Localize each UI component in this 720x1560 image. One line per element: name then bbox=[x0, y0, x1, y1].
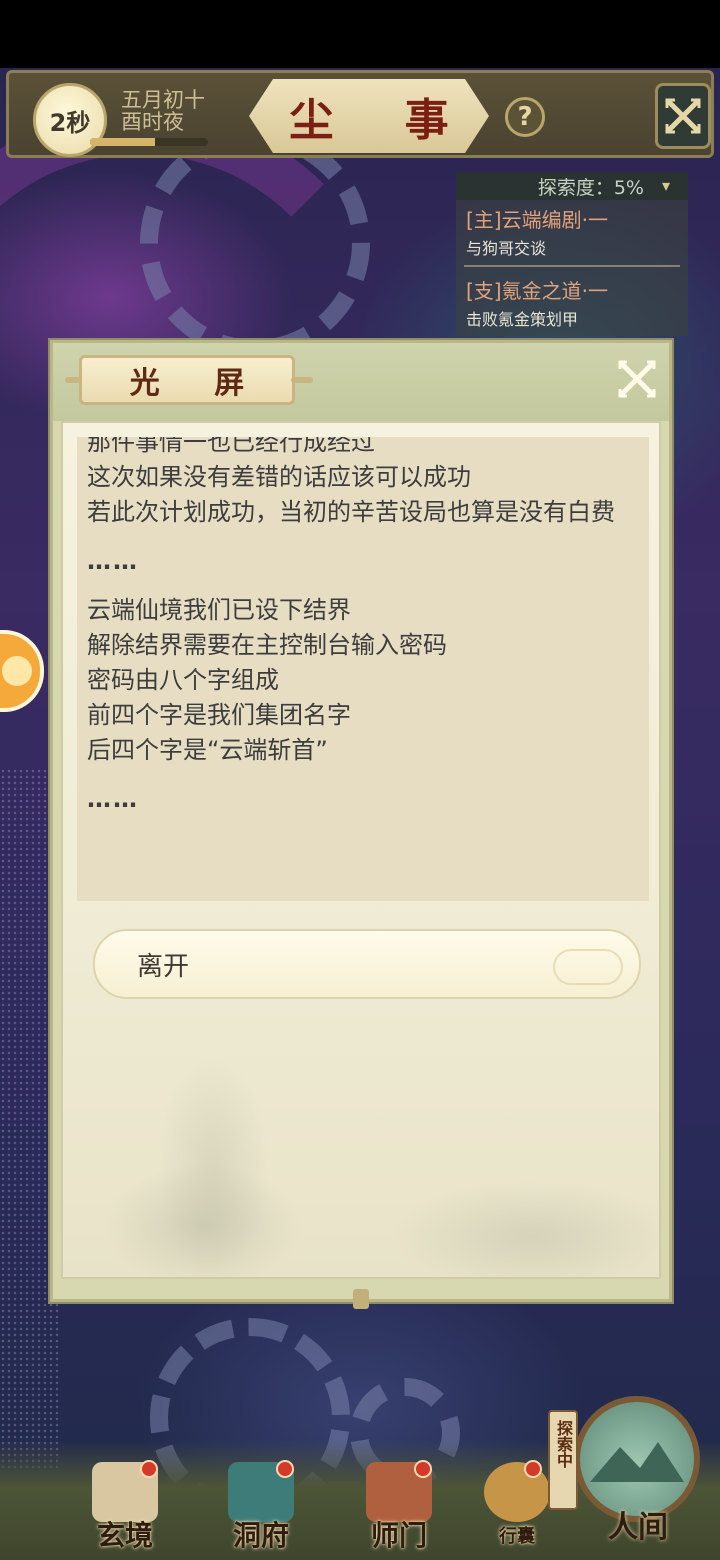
nav-item-dongfu[interactable]: 洞府 bbox=[206, 1460, 316, 1560]
exploring-tag-text: 探索中 bbox=[554, 1420, 573, 1468]
quest-tracker[interactable]: 探索度：5% ▾ [主]云端编剧·一 与狗哥交谈 [支]氪金之道·一 击败氪金策… bbox=[456, 172, 688, 336]
message-line: 解除结界需要在主控制台输入密码 bbox=[87, 631, 447, 659]
dialog-header: 光 屏 bbox=[53, 343, 669, 421]
nav-label: 师门 bbox=[370, 1519, 427, 1552]
divider bbox=[464, 265, 680, 267]
dialog-body: 那件事情一也已经行成经过这次如果没有差错的话应该可以成功若此次计划成功，当初的辛… bbox=[61, 421, 661, 1279]
close-scene-button[interactable] bbox=[655, 83, 711, 149]
chevron-down-icon[interactable]: ▾ bbox=[654, 176, 678, 198]
notification-dot bbox=[414, 1460, 432, 1478]
nav-label: 玄境 bbox=[96, 1519, 153, 1552]
help-button[interactable]: ? bbox=[505, 97, 545, 137]
notification-dot bbox=[140, 1460, 158, 1478]
realm-label: 人间 bbox=[608, 1510, 668, 1545]
message-line: 这次如果没有差错的话应该可以成功 bbox=[87, 463, 471, 491]
message-line: …… bbox=[87, 547, 139, 575]
leave-button[interactable]: 离开 bbox=[93, 929, 641, 999]
date-day: 五月初十 bbox=[121, 88, 205, 112]
quest-title: [支]氪金之道·一 bbox=[466, 279, 608, 303]
ornament-decoration bbox=[353, 1289, 369, 1309]
message-line: …… bbox=[87, 785, 139, 813]
message-line: 若此次计划成功，当初的辛苦设局也算是没有白费 bbox=[87, 498, 615, 526]
quest-title: [主]云端编剧·一 bbox=[466, 208, 608, 232]
gear-decoration bbox=[140, 128, 370, 358]
message-text: 那件事情一也已经行成经过这次如果没有差错的话应该可以成功若此次计划成功，当初的辛… bbox=[87, 437, 643, 817]
page-title: 尘 事 bbox=[289, 95, 477, 146]
time-progress-fill bbox=[90, 138, 155, 146]
cloud-icon bbox=[553, 949, 623, 985]
game-date: 五月初十 酉时夜 bbox=[121, 89, 221, 133]
message-line: 后四个字是“云端斩首” bbox=[87, 736, 328, 764]
message-line: 那件事情一也已经行成经过 bbox=[87, 437, 375, 456]
ornament-decoration bbox=[291, 377, 313, 383]
quest-item-main[interactable]: [主]云端编剧·一 与狗哥交谈 bbox=[456, 200, 688, 261]
light-screen-dialog: 光 屏 那件事情一也已经行成经过这次如果没有差错的话应该可以成功若此次计划成功，… bbox=[50, 340, 672, 1309]
dialog-close-button[interactable] bbox=[615, 357, 659, 401]
time-progress-bar bbox=[90, 138, 208, 146]
page-title-plaque: 尘 事 bbox=[249, 79, 489, 153]
message-line: 前四个字是我们集团名字 bbox=[87, 701, 351, 729]
nav-label: 洞府 bbox=[232, 1519, 289, 1552]
close-icon bbox=[665, 98, 701, 134]
status-strip bbox=[0, 0, 720, 68]
paw-icon bbox=[2, 656, 32, 686]
dialog-title: 光 屏 bbox=[129, 366, 267, 401]
notification-dot bbox=[524, 1460, 542, 1478]
landscape-icon bbox=[590, 1442, 684, 1482]
date-time: 酉时夜 bbox=[121, 110, 184, 134]
message-scroll-area[interactable]: 那件事情一也已经行成经过这次如果没有差错的话应该可以成功若此次计划成功，当初的辛… bbox=[77, 437, 649, 901]
leave-button-label: 离开 bbox=[137, 951, 190, 982]
quest-desc: 击败氪金策划甲 bbox=[466, 310, 579, 329]
close-icon bbox=[618, 360, 656, 398]
nav-item-shimen[interactable]: 师门 bbox=[344, 1460, 454, 1560]
ink-landscape-decoration bbox=[63, 1017, 659, 1277]
exploring-tag: 探索中 bbox=[548, 1410, 578, 1510]
message-line: 云端仙境我们已设下结界 bbox=[87, 596, 351, 624]
nav-label: 行囊 bbox=[499, 1526, 535, 1547]
dialog-title-plaque: 光 屏 bbox=[79, 355, 295, 405]
notification-dot bbox=[276, 1460, 294, 1478]
message-line: 密码由八个字组成 bbox=[87, 666, 279, 694]
quest-desc: 与狗哥交谈 bbox=[466, 239, 547, 258]
quest-item-side[interactable]: [支]氪金之道·一 击败氪金策划甲 bbox=[456, 271, 688, 332]
nav-item-xuanjing[interactable]: 玄境 bbox=[70, 1460, 180, 1560]
